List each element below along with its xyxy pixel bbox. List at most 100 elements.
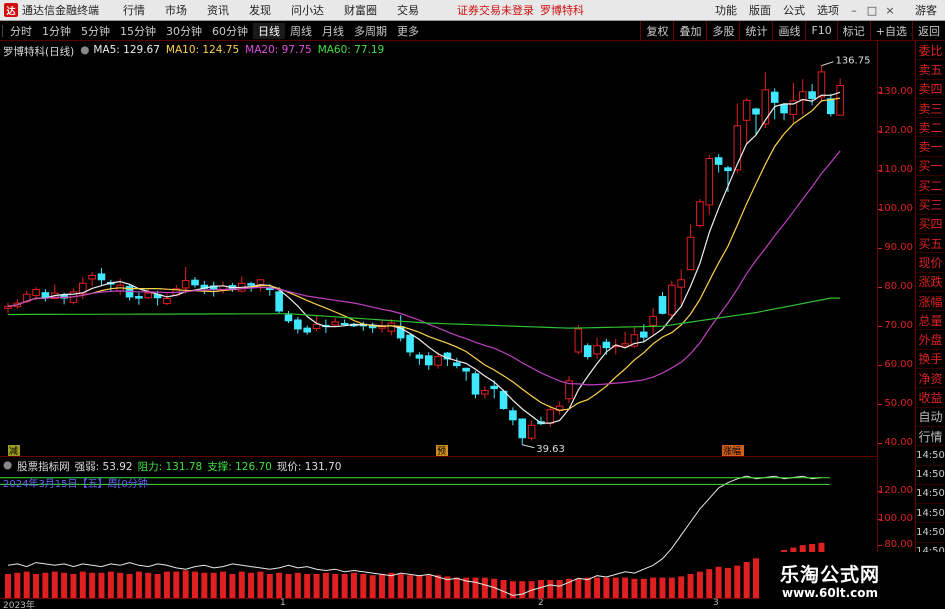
- volume-bar: [285, 574, 292, 598]
- candle-body: [658, 296, 667, 314]
- price-tick: 80.00: [878, 281, 915, 292]
- candle-body: [509, 410, 517, 421]
- sidebar-tab-3[interactable]: 卖三: [916, 99, 945, 119]
- candle-body: [32, 289, 40, 296]
- candle-body: [752, 108, 760, 115]
- sidebar-tab-6[interactable]: 买一: [916, 157, 945, 177]
- candle-body: [593, 345, 601, 355]
- guest-label[interactable]: 游客: [899, 2, 945, 18]
- login-notice[interactable]: 证券交易未登录: [457, 2, 534, 18]
- sidebar-tab-4[interactable]: 卖二: [916, 118, 945, 138]
- candle-body: [97, 273, 106, 281]
- legend-settings-icon[interactable]: ●: [80, 44, 89, 59]
- candle-body: [312, 323, 321, 330]
- sidebar-tab-17[interactable]: 净资: [916, 369, 945, 389]
- tool-back[interactable]: 返回: [912, 20, 945, 41]
- sidebar-tab-9[interactable]: 买四: [916, 215, 945, 234]
- indicator-panel[interactable]: ● 股票指标网 强弱: 53.92 阻力: 131.78 支撑: 126.70 …: [0, 457, 878, 598]
- sidebar-tab-5[interactable]: 卖一: [916, 137, 945, 157]
- menu-quotes[interactable]: 行情: [113, 2, 155, 18]
- sidebar-time-0: 14:50: [916, 446, 945, 466]
- period-multi[interactable]: 多周期: [349, 23, 392, 39]
- volume-bar: [659, 577, 666, 598]
- menu-wealth[interactable]: 财富圈: [334, 2, 387, 18]
- sidebar-tab-0[interactable]: 委比: [916, 41, 945, 61]
- sidebar-tab-14[interactable]: 总量: [916, 311, 945, 331]
- volume-bar: [753, 558, 759, 598]
- price-tick: 50.00: [878, 398, 915, 409]
- tool-f10[interactable]: F10: [805, 20, 836, 41]
- period-1min[interactable]: 1分钟: [37, 23, 76, 39]
- ma-legend: 罗博特科(日线) ● MA5: 129.67 MA10: 124.75 MA20…: [3, 44, 390, 59]
- period-60min[interactable]: 60分钟: [207, 23, 253, 39]
- menu-function[interactable]: 功能: [709, 2, 743, 18]
- close-icon[interactable]: ×: [881, 4, 899, 17]
- period-daily[interactable]: 日线: [253, 22, 285, 39]
- menu-news[interactable]: 资讯: [197, 2, 239, 18]
- candle-body: [808, 91, 816, 99]
- sidebar-tab-16[interactable]: 换手: [916, 350, 945, 370]
- sidebar-tab-20[interactable]: 行情: [916, 427, 945, 447]
- ma5-value: MA5: 129.67: [93, 44, 160, 56]
- volume-bar: [126, 574, 133, 598]
- marker-left: 减: [9, 445, 18, 457]
- tool-mark[interactable]: 标记: [836, 20, 870, 41]
- volume-bar: [584, 577, 591, 598]
- period-30min[interactable]: 30分钟: [161, 23, 207, 39]
- tool-multi-stock[interactable]: 多股: [706, 20, 739, 41]
- candle-body: [424, 355, 433, 366]
- app-title: 通达信金融终端: [22, 4, 99, 17]
- sidebar-tab-12[interactable]: 涨跌: [916, 273, 945, 292]
- sidebar-tab-18[interactable]: 收益: [916, 388, 945, 408]
- volume-bar: [257, 571, 264, 598]
- tool-adjust[interactable]: 复权: [640, 20, 673, 41]
- menu-discover[interactable]: 发现: [239, 2, 281, 18]
- menu-trade[interactable]: 交易: [387, 2, 429, 18]
- minimize-icon[interactable]: –: [845, 4, 863, 17]
- period-5min[interactable]: 5分钟: [76, 23, 115, 39]
- volume-bar: [117, 572, 124, 598]
- menu-layout[interactable]: 版面: [743, 2, 777, 18]
- sidebar-tab-7[interactable]: 买二: [916, 176, 945, 196]
- candle-body: [817, 71, 826, 98]
- candle-body: [602, 341, 611, 349]
- sidebar-tab-11[interactable]: 现价: [916, 253, 945, 273]
- menu-ask[interactable]: 问小达: [281, 2, 334, 18]
- tool-overlay[interactable]: 叠加: [673, 20, 706, 41]
- menu-formula[interactable]: 公式: [777, 2, 811, 18]
- sidebar-tab-19[interactable]: 自动: [916, 408, 945, 427]
- volume-bar: [687, 574, 694, 598]
- menu-options[interactable]: 选项: [811, 2, 845, 18]
- sidebar-tab-10[interactable]: 买五: [916, 234, 945, 254]
- sidebar-tab-1[interactable]: 卖五: [916, 60, 945, 80]
- tool-stats[interactable]: 统计: [739, 20, 772, 41]
- volume-bar: [313, 574, 320, 598]
- tool-add-favorite[interactable]: +自选: [869, 20, 912, 41]
- period-weekly[interactable]: 周线: [285, 23, 317, 39]
- volume-bar: [435, 575, 442, 598]
- kline-chart[interactable]: 136.75 39.63 减 预 涨幅 罗博特科(日线) ● MA5: 129.67 M…: [0, 41, 878, 457]
- period-more[interactable]: 更多: [392, 23, 424, 39]
- sidebar-tab-2[interactable]: 卖四: [916, 80, 945, 99]
- maximize-icon[interactable]: □: [863, 4, 881, 17]
- price-tick: 100.00: [878, 203, 913, 215]
- volume-bar: [575, 578, 582, 598]
- menu-market[interactable]: 市场: [155, 2, 197, 18]
- volume-bar: [229, 574, 236, 598]
- volume-bar: [192, 571, 198, 598]
- sidebar-time-2: 14:50: [916, 485, 945, 505]
- volume-bar: [678, 576, 685, 598]
- sidebar-tab-15[interactable]: 外盘: [916, 330, 945, 350]
- volume-bar: [220, 571, 227, 598]
- sidebar-tab-13[interactable]: 涨幅: [916, 292, 945, 312]
- sidebar-tab-8[interactable]: 买三: [916, 195, 945, 215]
- period-15min[interactable]: 15分钟: [115, 23, 161, 39]
- candle-body: [696, 201, 704, 227]
- candle-body: [88, 275, 96, 280]
- volume-bar: [154, 574, 161, 598]
- period-monthly[interactable]: 月线: [317, 23, 349, 39]
- volume-bar: [724, 568, 731, 598]
- period-intraday[interactable]: 分时: [5, 23, 37, 39]
- indicator-toggle-icon[interactable]: ●: [3, 459, 12, 474]
- tool-draw[interactable]: 画线: [772, 20, 805, 41]
